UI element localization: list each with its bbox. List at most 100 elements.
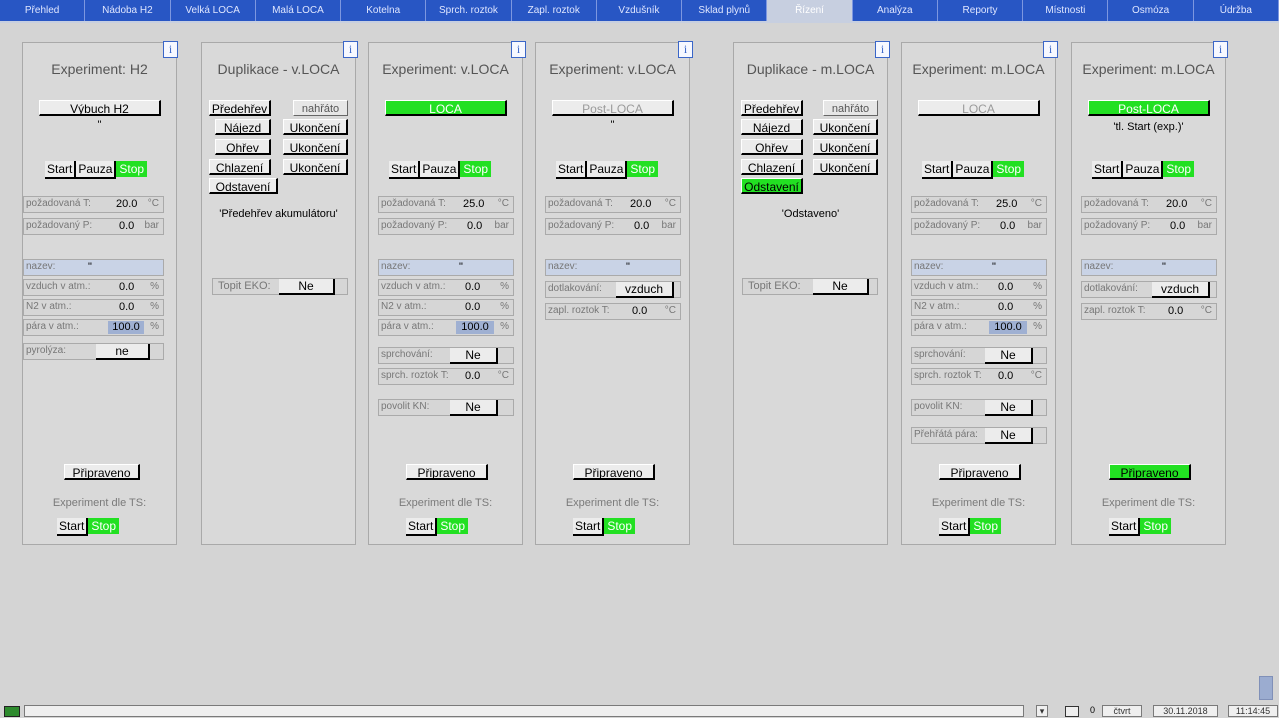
pause-button[interactable]: Pauza [587,161,628,179]
topit-eko-toggle[interactable]: Ne [279,279,335,295]
info-icon[interactable]: i [678,41,693,58]
odstaveni-button[interactable]: Odstavení [741,178,803,194]
name-value[interactable]: " [88,261,92,273]
ts-stop-button[interactable]: Stop [970,518,1002,534]
tab-prehled[interactable]: Přehled [0,0,86,21]
info-icon[interactable]: i [343,41,358,58]
tab-udrzba[interactable]: Údržba [1194,0,1279,21]
ts-start-button[interactable]: Start [406,518,438,536]
ts-start-button[interactable]: Start [573,518,605,536]
air-in-atmosphere-field: vzduch v atm.: 0.0 % [378,279,514,296]
predehrev-button[interactable]: Předehřev [741,100,803,116]
tab-vzdusnik[interactable]: Vzdušník [597,0,683,21]
ts-start-button[interactable]: Start [1109,518,1141,536]
tab-zapl-roztok[interactable]: Zapl. roztok [512,0,597,21]
info-icon[interactable]: i [1043,41,1058,58]
tab-mistnosti[interactable]: Místnosti [1023,0,1109,21]
tab-sprch-roztok[interactable]: Sprch. roztok [426,0,512,21]
spraying-toggle[interactable]: Ne [450,348,498,364]
name-field: nazev: " [911,259,1047,276]
ready-button[interactable]: Připraveno [406,464,488,480]
printer-icon[interactable] [1065,706,1079,717]
pause-button[interactable]: Pauza [953,161,994,179]
tab-reporty[interactable]: Reporty [938,0,1024,21]
info-icon[interactable]: i [163,41,178,58]
ts-start-button[interactable]: Start [939,518,971,536]
stop-button[interactable]: Stop [1163,161,1195,177]
tab-mala-loca[interactable]: Malá LOCA [256,0,342,21]
ohrev-ukonceni-button[interactable]: Ukončení [283,139,348,155]
pause-button[interactable]: Pauza [1123,161,1164,179]
tab-velka-loca[interactable]: Velká LOCA [171,0,256,21]
stop-button[interactable]: Stop [993,161,1025,177]
ts-control: Start Stop [57,518,120,536]
chlazeni-ukonceni-button[interactable]: Ukončení [283,159,348,175]
predehrev-button[interactable]: Předehřev [209,100,271,116]
required-temperature-value[interactable]: 20.0 [116,198,137,210]
tab-osmoza[interactable]: Osmóza [1108,0,1194,21]
pause-button[interactable]: Pauza [76,161,117,179]
loca-button[interactable]: LOCA [918,100,1040,116]
scroll-handle[interactable] [1259,676,1273,700]
info-icon[interactable]: i [511,41,526,58]
chlazeni-ukonceni-button[interactable]: Ukončení [813,159,878,175]
ohrev-button[interactable]: Ohřev [215,139,271,155]
start-pause-stop-control: Start Pauza Stop [45,161,148,179]
start-pause-stop-control: Start Pauza Stop [1092,161,1195,179]
najezd-ukonceni-button[interactable]: Ukončení [283,119,348,135]
pyrolysis-toggle[interactable]: ne [96,344,150,360]
topit-eko-toggle[interactable]: Ne [813,279,869,295]
topit-eko-field: Topit EKO: Ne [212,278,348,295]
spraying-toggle[interactable]: Ne [985,348,1033,364]
allow-kn-toggle[interactable]: Ne [985,400,1033,416]
tab-rizeni[interactable]: Řízení [767,0,853,21]
tab-kotelna[interactable]: Kotelna [341,0,427,21]
status-text: " [97,119,102,131]
vybuch-h2-button[interactable]: Výbuch H2 [39,100,161,116]
ts-stop-button[interactable]: Stop [604,518,636,534]
ready-button[interactable]: Připraveno [573,464,655,480]
ts-control: Start Stop [939,518,1002,536]
ready-button[interactable]: Připraveno [939,464,1021,480]
solution-temperature-field: zapl. roztok T: 0.0 °C [1081,303,1217,320]
start-button[interactable]: Start [45,161,77,179]
ohrev-ukonceni-button[interactable]: Ukončení [813,139,878,155]
day-field: čtvrt [1102,705,1142,717]
ohrev-button[interactable]: Ohřev [741,139,803,155]
najezd-button[interactable]: Nájezd [215,119,271,135]
tab-nadoba-h2[interactable]: Nádoba H2 [85,0,171,21]
pressurization-toggle[interactable]: vzduch [616,282,674,298]
ready-button[interactable]: Připraveno [1109,464,1191,480]
date-field: 30.11.2018 [1153,705,1218,717]
post-loca-button[interactable]: Post-LOCA [1088,100,1210,116]
najezd-button[interactable]: Nájezd [741,119,803,135]
ts-stop-button[interactable]: Stop [1140,518,1172,534]
info-icon[interactable]: i [1213,41,1228,58]
tab-analyza[interactable]: Analýza [853,0,938,21]
required-pressure-value[interactable]: 0.0 [119,220,134,232]
post-loca-button[interactable]: Post-LOCA [552,100,674,116]
loca-button[interactable]: LOCA [385,100,507,116]
start-button[interactable]: Start [1092,161,1124,179]
allow-kn-toggle[interactable]: Ne [450,400,498,416]
chlazeni-button[interactable]: Chlazení [741,159,803,175]
tab-sklad-plynu[interactable]: Sklad plynů [682,0,768,21]
stop-button[interactable]: Stop [627,161,659,177]
ts-stop-button[interactable]: Stop [88,518,120,534]
pressurization-toggle[interactable]: vzduch [1152,282,1210,298]
pause-button[interactable]: Pauza [420,161,461,179]
superheated-steam-toggle[interactable]: Ne [985,428,1033,444]
start-button[interactable]: Start [389,161,421,179]
ts-stop-button[interactable]: Stop [437,518,469,534]
start-button[interactable]: Start [556,161,588,179]
chlazeni-button[interactable]: Chlazení [209,159,271,175]
start-button[interactable]: Start [922,161,954,179]
najezd-ukonceni-button[interactable]: Ukončení [813,119,878,135]
info-icon[interactable]: i [875,41,890,58]
ts-start-button[interactable]: Start [57,518,89,536]
ready-button[interactable]: Připraveno [64,464,140,480]
stop-button[interactable]: Stop [116,161,148,177]
dropdown-arrow-icon[interactable]: ▾ [1036,705,1048,717]
stop-button[interactable]: Stop [460,161,492,177]
odstaveni-button[interactable]: Odstavení [209,178,278,194]
